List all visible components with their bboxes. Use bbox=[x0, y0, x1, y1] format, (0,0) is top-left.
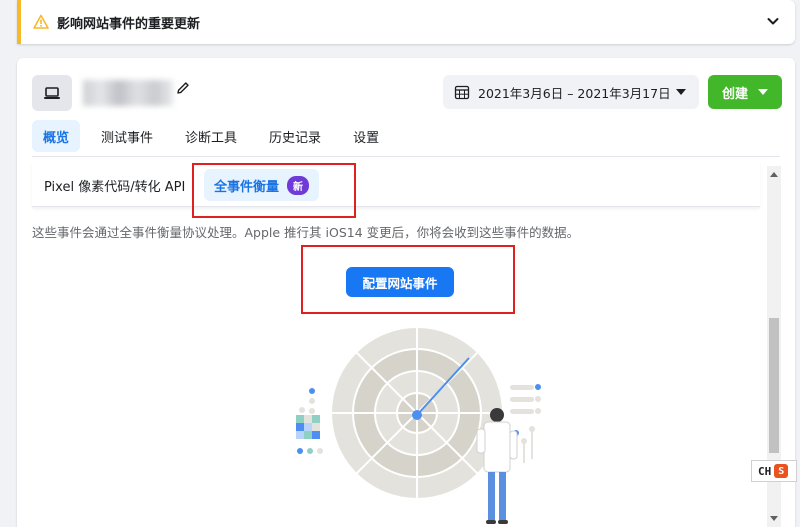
annotation-box-config-button bbox=[301, 245, 515, 314]
warning-icon bbox=[33, 14, 49, 29]
subtab-pixel-conversions-api[interactable]: Pixel 像素代码/转化 API bbox=[34, 169, 195, 201]
blurred-pixel-name bbox=[83, 80, 173, 106]
sogou-logo-icon: S bbox=[774, 464, 789, 478]
overview-content: Pixel 像素代码/转化 API 全事件衡量 新 这些事件会通过全事件衡量协议… bbox=[17, 163, 767, 527]
tab-test-events[interactable]: 测试事件 bbox=[90, 120, 164, 152]
tabs-divider bbox=[32, 156, 780, 157]
ime-indicator[interactable]: CH S bbox=[751, 460, 797, 482]
create-label: 创建 bbox=[722, 86, 749, 102]
caret-down-icon bbox=[676, 89, 686, 95]
chevron-down-icon[interactable] bbox=[765, 13, 781, 29]
tab-settings[interactable]: 设置 bbox=[342, 120, 390, 152]
caret-down-icon bbox=[758, 89, 768, 95]
create-button[interactable]: 创建 bbox=[708, 75, 782, 109]
update-banner[interactable]: 影响网站事件的重要更新 bbox=[17, 0, 795, 44]
tab-history[interactable]: 历史记录 bbox=[258, 120, 332, 152]
calendar-icon bbox=[454, 85, 470, 100]
date-range-text: 2021年3月6日 – 2021年3月17日 bbox=[478, 85, 671, 101]
radar-scientist-illustration bbox=[296, 326, 541, 524]
events-manager-card: 2021年3月6日 – 2021年3月17日 创建 概览 测试事件 诊断工具 历… bbox=[17, 58, 795, 527]
annotation-box-aem-tab bbox=[192, 163, 356, 218]
edit-pencil-icon[interactable] bbox=[175, 80, 191, 96]
scroll-down-arrow-icon[interactable] bbox=[770, 516, 778, 521]
scroll-up-arrow-icon[interactable] bbox=[770, 172, 778, 177]
aem-description: 这些事件会通过全事件衡量协议处理。Apple 推行其 iOS14 变更后，你将会… bbox=[32, 225, 580, 240]
tab-overview[interactable]: 概览 bbox=[32, 120, 81, 152]
scrollbar-thumb[interactable] bbox=[769, 318, 779, 453]
subtab-bar: Pixel 像素代码/转化 API 全事件衡量 新 bbox=[32, 163, 760, 207]
tab-diagnostics[interactable]: 诊断工具 bbox=[174, 120, 248, 152]
banner-title: 影响网站事件的重要更新 bbox=[57, 16, 201, 32]
date-range-picker[interactable]: 2021年3月6日 – 2021年3月17日 bbox=[443, 75, 699, 109]
ime-language-label: CH bbox=[758, 464, 772, 478]
main-tabs: 概览 测试事件 诊断工具 历史记录 设置 bbox=[32, 120, 400, 152]
website-icon-box bbox=[32, 75, 72, 111]
laptop-icon bbox=[44, 87, 60, 99]
